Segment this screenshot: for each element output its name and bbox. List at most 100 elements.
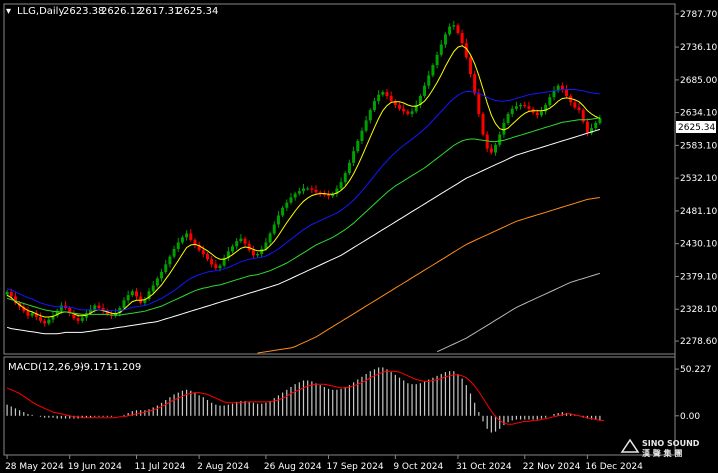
candle-body (43, 320, 47, 324)
candle-body (314, 189, 318, 193)
candle-body (352, 151, 356, 163)
ohlc-high: 2626.12 (101, 6, 142, 17)
candle-body (160, 272, 164, 279)
macd-plot-area (6, 367, 605, 433)
candle-body (514, 106, 518, 109)
candle-body (164, 264, 168, 273)
candle-body (310, 188, 314, 190)
candle-body (126, 295, 130, 301)
candle-body (598, 118, 602, 123)
time-tick-label: 26 Aug 2024 (264, 462, 322, 472)
candle-body (343, 173, 347, 183)
candle-body (573, 102, 577, 108)
candle-body (443, 34, 447, 45)
price-plot-area (5, 20, 602, 354)
candle-body (560, 85, 564, 90)
moving-average-blue (6, 89, 600, 312)
candle-body (452, 25, 456, 27)
candle-body (410, 111, 414, 114)
time-tick-label: 17 Sep 2024 (327, 462, 384, 472)
candle-body (489, 148, 493, 153)
candle-body (93, 305, 97, 310)
candle-body (30, 313, 34, 316)
price-tick-label: 2481.10 (680, 207, 717, 217)
candle-body (427, 75, 431, 86)
moving-average-white (6, 128, 601, 335)
candle-body (523, 104, 527, 107)
candle-body (130, 291, 134, 296)
macd-signal-line (6, 370, 605, 425)
candle-body (368, 110, 372, 121)
moving-average-yellow (6, 45, 601, 318)
candle-body (168, 256, 172, 265)
candle-body (535, 112, 539, 116)
candle-body (214, 264, 218, 269)
price-tick-label: 2278.60 (680, 337, 717, 347)
moving-average-orange (257, 197, 600, 354)
price-tick-label: 2787.70 (680, 10, 717, 20)
macd-signal-value: -1.209 (109, 362, 141, 373)
candle-body (360, 130, 364, 141)
candle-body (389, 95, 393, 102)
candle-body (180, 237, 184, 243)
macd-tick-label: 50.227 (680, 365, 712, 375)
candle-body (398, 104, 402, 109)
main-pane-frame (3, 3, 676, 355)
candle-body (585, 121, 589, 134)
macd-main-value: -9.171 (80, 362, 112, 373)
candle-body (485, 134, 489, 149)
candle-body (47, 319, 51, 324)
candle-body (155, 278, 159, 286)
candle-body (218, 265, 222, 269)
candle-body (80, 317, 84, 321)
candle-body (498, 134, 502, 145)
candle-body (481, 113, 485, 135)
candle-body (477, 93, 481, 114)
candle-body (494, 144, 498, 153)
candle-body (276, 215, 280, 225)
candle-body (448, 26, 452, 35)
candle-body (431, 65, 435, 76)
candle-body (151, 285, 155, 292)
logo-triangle-icon (620, 438, 640, 453)
macd-indicator-title: MACD(12,26,9) (8, 362, 84, 373)
candle-body (381, 92, 385, 95)
price-tick-label: 2379.10 (680, 272, 717, 282)
moving-average-gray (436, 272, 601, 353)
candle-body (406, 111, 410, 114)
candle-body (281, 207, 285, 216)
price-axis: 2787.70 2736.10 2685.00 2634.10 2583.10 2532.… (675, 10, 717, 347)
candle-body (272, 224, 276, 234)
candle-body (527, 106, 531, 109)
time-tick-label: 22 Nov 2024 (523, 462, 581, 472)
candle-body (502, 122, 506, 135)
candle-body (285, 202, 289, 208)
time-tick-label: 19 Jun 2024 (68, 462, 122, 472)
time-tick-label: 28 May 2024 (5, 462, 64, 472)
price-tick-label: 2328.10 (680, 305, 717, 315)
candle-body (577, 107, 581, 111)
candle-body (260, 248, 264, 255)
candle-body (356, 140, 360, 152)
candle-body (468, 57, 472, 75)
time-tick-label: 16 Dec 2024 (585, 462, 643, 472)
candle-body (5, 291, 9, 295)
symbol-dropdown-arrow-icon[interactable]: ▾ (6, 6, 11, 17)
candle-body (9, 291, 13, 297)
ohlc-low: 2617.31 (139, 6, 180, 17)
candle-body (306, 188, 310, 190)
chart-canvas[interactable]: ▾ LLG,Daily 2623.38 2626.12 2617.31 2625… (0, 0, 718, 473)
time-tick-label: 2 Aug 2024 (197, 462, 249, 472)
time-tick-label: 11 Jul 2024 (135, 462, 186, 472)
candle-body (231, 246, 235, 252)
candle-body (97, 305, 101, 309)
price-tick-label: 2685.00 (680, 76, 717, 86)
candle-body (423, 85, 427, 96)
price-tick-label: 2430.10 (680, 240, 717, 250)
candle-body (510, 108, 514, 114)
candle-body (256, 254, 260, 256)
candle-body (289, 197, 293, 203)
candle-body (506, 113, 510, 123)
candle-body (539, 111, 543, 116)
candle-body (205, 254, 209, 260)
